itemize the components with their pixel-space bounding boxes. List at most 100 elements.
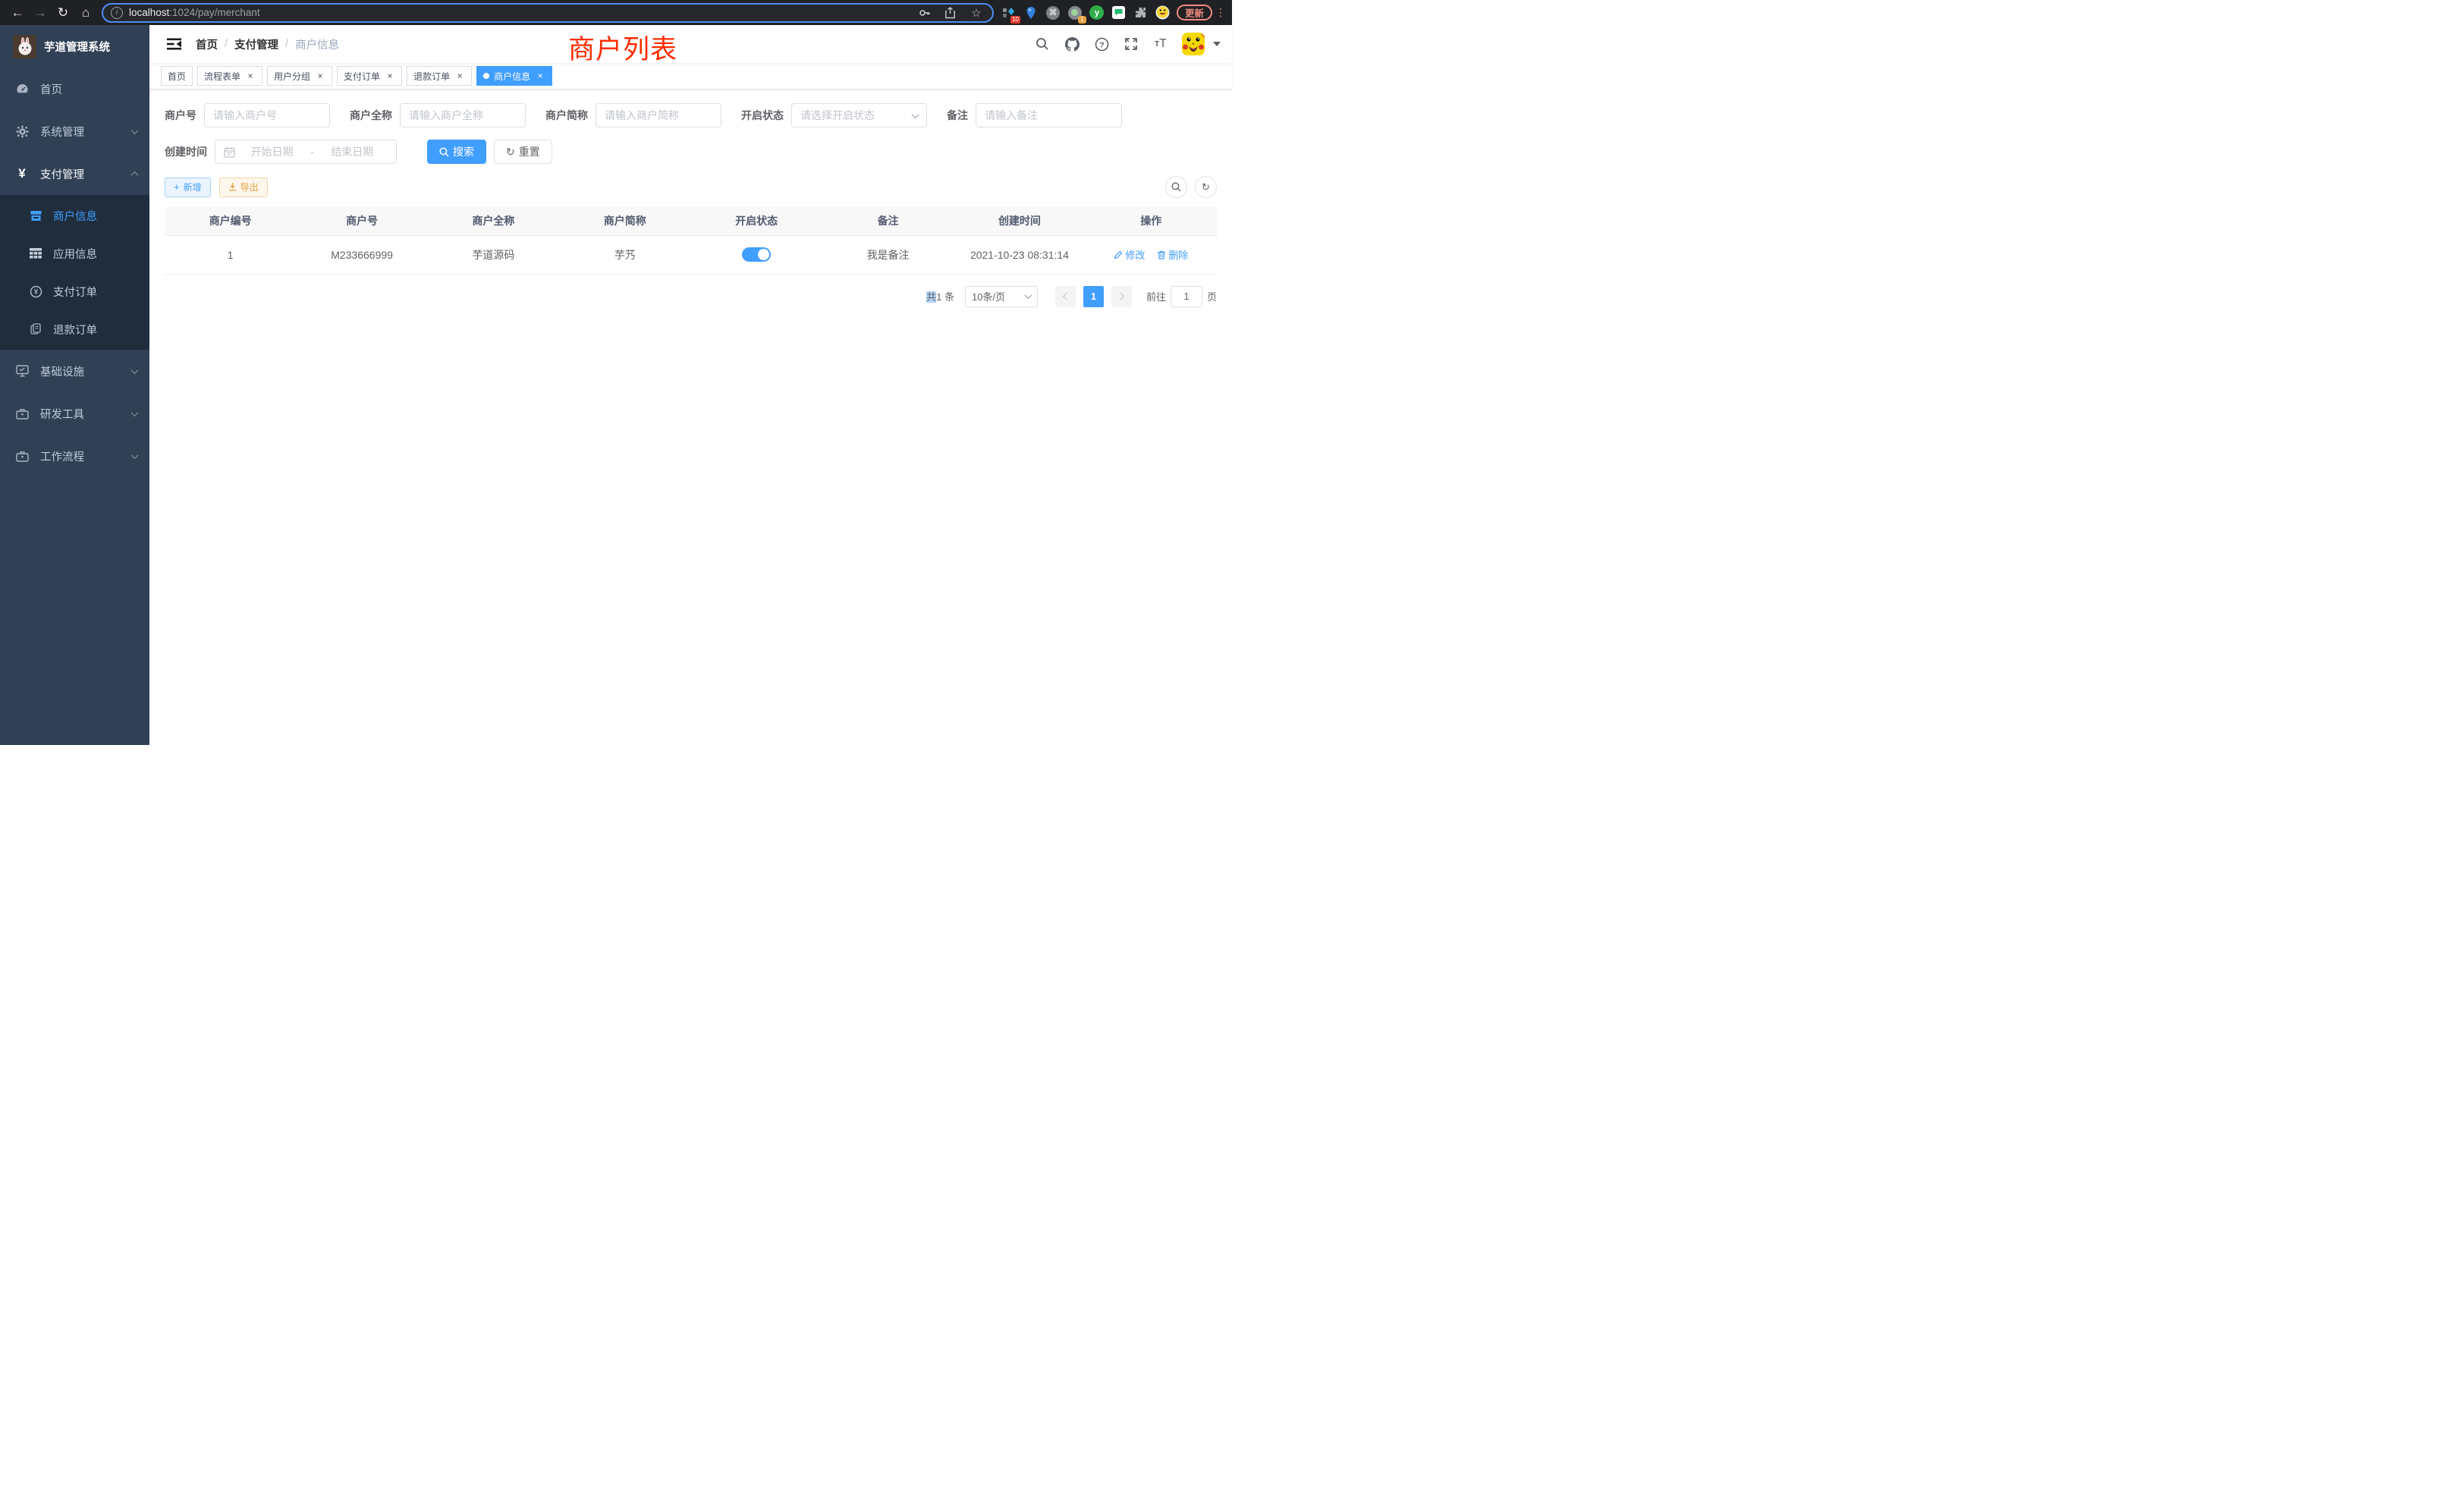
forward-icon[interactable]: → [30,3,50,23]
search-icon[interactable] [1034,36,1051,52]
sidebar-subitem-pay-order[interactable]: ¥ 支付订单 [0,272,149,310]
sidebar-item-payment[interactable]: ¥ 支付管理 [0,152,149,195]
home-icon[interactable]: ⌂ [76,3,96,23]
col-merchant-name: 商户全称 [428,207,559,235]
pay-order-icon: ¥ [29,284,42,298]
sidebar-item-devtools[interactable]: 研发工具 [0,392,149,435]
sidebar-subitem-refund-order[interactable]: 退款订单 [0,310,149,348]
refresh-table-button[interactable]: ↻ [1195,176,1217,198]
remark-input[interactable] [985,109,1113,121]
close-icon[interactable]: × [535,71,545,81]
close-icon[interactable]: × [454,71,465,81]
tab-pay-order[interactable]: 支付订单× [337,66,402,86]
avatar-dropdown-caret[interactable] [1213,42,1221,46]
status-toggle[interactable] [742,247,771,262]
date-separator: - [307,146,317,158]
sidebar-item-label: 研发工具 [40,406,84,422]
tab-process-form[interactable]: 流程表单× [197,66,262,86]
close-icon[interactable]: × [315,71,325,81]
grid-icon [29,247,42,260]
sidebar-logo[interactable]: 芋道管理系统 [0,25,149,68]
store-icon [29,209,42,222]
breadcrumb-payment[interactable]: 支付管理 [234,36,278,52]
merchant-no-input[interactable] [213,109,321,121]
briefcase-icon [15,407,29,420]
next-page-button[interactable] [1111,286,1132,307]
status-select[interactable]: 请选择开启状态 [791,103,927,127]
cell-remark: 我是备注 [822,235,954,274]
sidebar-item-label: 支付管理 [40,166,84,182]
back-icon[interactable]: ← [8,3,27,23]
extension-command-icon[interactable]: ⌘ [1045,5,1061,20]
status-label: 开启状态 [741,108,784,123]
prev-page-button[interactable] [1055,286,1076,307]
sidebar-subitem-merchant-info[interactable]: 商户信息 [0,196,149,234]
url-path: :1024/pay/merchant [169,7,259,18]
tab-merchant-info[interactable]: 商户信息× [476,66,552,86]
col-merchant-short: 商户简称 [559,207,690,235]
end-date-placeholder: 结束日期 [317,144,388,159]
pencil-icon [1114,250,1123,259]
page-size-select[interactable]: 10条/页 [965,286,1038,307]
logo-rabbit-image [13,35,36,58]
collapse-sidebar-icon[interactable] [161,31,187,57]
sidebar-item-infrastructure[interactable]: 基础设施 [0,350,149,392]
sidebar-item-label: 首页 [40,81,62,97]
help-icon[interactable]: ? [1093,36,1110,52]
chevron-up-icon [131,171,139,178]
cell-merchant-no: M233666999 [296,235,427,274]
sidebar-subitem-label: 支付订单 [53,284,97,300]
tags-view-bar: 首页 流程表单× 用户分组× 支付订单× 退款订单× 商户信息× [149,63,1232,90]
export-button[interactable]: 导出 [219,178,268,197]
merchant-short-input[interactable] [605,109,712,121]
user-avatar[interactable] [1182,33,1205,55]
sidebar-subitem-label: 退款订单 [53,322,97,338]
merchant-name-input[interactable] [409,109,517,121]
reload-icon[interactable]: ↻ [53,3,73,23]
sidebar-item-workflow[interactable]: 工作流程 [0,435,149,477]
fullscreen-icon[interactable] [1123,36,1139,52]
delete-link[interactable]: 删除 [1157,247,1188,262]
remark-label: 备注 [947,108,968,123]
reset-button[interactable]: ↻ 重置 [494,140,552,164]
chrome-update-button[interactable]: 更新 [1177,5,1212,20]
close-icon[interactable]: × [385,71,395,81]
extension-emoji-avatar[interactable] [1155,5,1171,20]
github-icon[interactable] [1064,36,1080,52]
add-button[interactable]: + 新增 [165,178,211,197]
address-bar[interactable]: i localhost:1024/pay/merchant ☆ [102,3,994,23]
sidebar-item-home[interactable]: 首页 [0,68,149,110]
font-size-icon[interactable]: TT [1152,36,1169,52]
show-search-toggle-button[interactable] [1165,176,1187,198]
start-date-placeholder: 开始日期 [237,144,307,159]
extension-y-icon[interactable]: y [1089,5,1105,20]
chevron-right-icon [1117,293,1124,300]
merchant-no-label: 商户号 [165,108,196,123]
extension-recorder-icon[interactable]: 1 [1067,5,1083,20]
browser-menu-icon[interactable]: ⋮ [1215,6,1224,19]
site-info-icon[interactable]: i [111,7,123,19]
extension-chat-icon[interactable] [1111,5,1127,20]
page-number-1[interactable]: 1 [1083,286,1104,307]
close-icon[interactable]: × [245,71,256,81]
bookmark-star-icon[interactable]: ☆ [968,5,985,21]
sidebar-subitem-app-info[interactable]: 应用信息 [0,234,149,272]
extension-puzzle-icon[interactable] [1133,5,1149,20]
page-content: 商户号 商户全称 商户简称 开启状态 请选择开启状态 [149,90,1232,745]
tab-refund-order[interactable]: 退款订单× [407,66,472,86]
extension-badge: 10 [1010,16,1020,24]
edit-link[interactable]: 修改 [1114,247,1145,262]
date-range-picker[interactable]: 开始日期 - 结束日期 [215,140,397,164]
search-button[interactable]: 搜索 [427,140,486,164]
tab-user-group[interactable]: 用户分组× [267,66,332,86]
col-remark: 备注 [822,207,954,235]
extension-diamond-icon[interactable]: 10 [1001,5,1017,20]
extension-balloon-icon[interactable] [1023,5,1039,20]
breadcrumb-home[interactable]: 首页 [196,36,218,52]
tab-home[interactable]: 首页 [161,66,193,86]
sidebar-item-system[interactable]: 系统管理 [0,110,149,152]
goto-page-input[interactable] [1171,286,1202,307]
key-icon[interactable] [916,5,933,21]
share-icon[interactable] [942,5,959,21]
table-header-row: 商户编号 商户号 商户全称 商户简称 开启状态 备注 创建时间 操作 [165,207,1217,235]
